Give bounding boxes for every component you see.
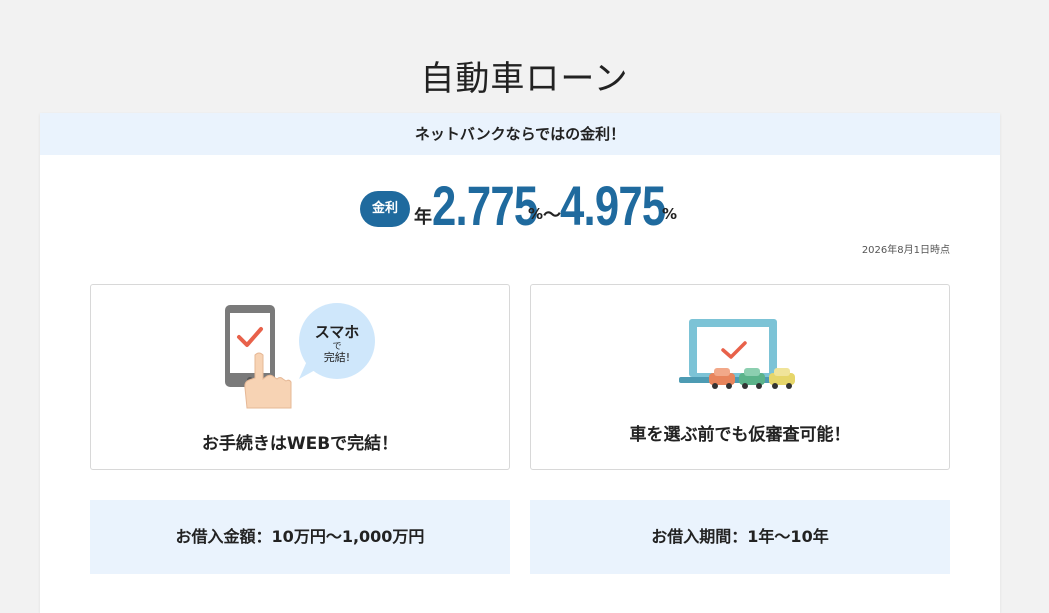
bubble-line-1: スマホ <box>315 323 360 341</box>
feature-web-label: お手続きはWEBで完結！ <box>201 434 399 454</box>
rate-display: 金利 年 2.775 % ～ 4.975 % <box>40 173 1000 243</box>
rate-badge: 金利 <box>360 191 410 227</box>
feature-web-card: スマホ で 完結! お手続きはWEBで完結！ <box>90 284 510 470</box>
loan-card: ネットバンクならではの金利！ 金利 年 2.775 % ～ 4.975 % 20… <box>40 113 1000 613</box>
rate-banner: ネットバンクならではの金利！ <box>40 113 1000 155</box>
rate-min-unit: % <box>528 205 544 223</box>
feature-prescreen-label: 車を選ぶ前でも仮審査可能！ <box>629 425 851 445</box>
loan-term-info: お借入期間：1年～10年 <box>530 500 950 574</box>
loan-amount-info: お借入金額：10万円～1,000万円 <box>90 500 510 574</box>
rate-as-of-date: 2026年8月1日時点 <box>861 245 950 256</box>
rate-separator: ～ <box>543 205 561 226</box>
rate-prefix: 年 <box>414 207 432 228</box>
rate-min: 2.775 <box>432 174 538 237</box>
feature-prescreen-card: 車を選ぶ前でも仮審査可能！ <box>530 284 950 470</box>
rate-max: 4.975 <box>560 174 666 237</box>
rate-max-unit: % <box>662 205 678 223</box>
smartphone-check-icon: スマホ で 完結! <box>225 303 375 409</box>
laptop-cars-icon <box>679 319 795 389</box>
bubble-line-3: 完結! <box>324 350 350 364</box>
page-title: 自動車ローン <box>420 58 629 99</box>
